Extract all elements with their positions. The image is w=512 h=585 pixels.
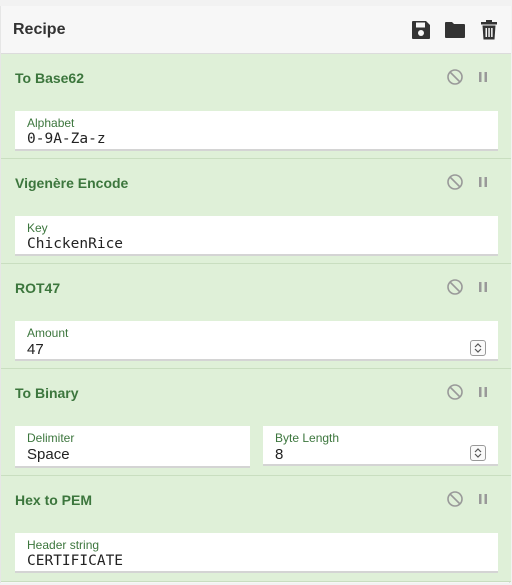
operation-title: Hex to PEM bbox=[15, 492, 93, 508]
field-value[interactable]: ChickenRice bbox=[27, 236, 123, 252]
delimiter-select[interactable]: Delimiter Space bbox=[15, 426, 250, 468]
save-icon[interactable] bbox=[410, 19, 432, 41]
field-label: Delimiter bbox=[27, 431, 75, 445]
recipe-header: Recipe bbox=[1, 6, 511, 54]
operation-to-binary[interactable]: To Binary Delimiter Space Byte Length 8 bbox=[1, 369, 511, 476]
field-label: Key bbox=[27, 221, 48, 235]
operation-title: ROT47 bbox=[15, 280, 61, 296]
recipe-panel: Recipe To Base62 Alphabet 0-9A-Za-z Vige… bbox=[0, 6, 511, 583]
field-value[interactable]: 0-9A-Za-z bbox=[27, 131, 106, 147]
folder-icon[interactable] bbox=[444, 19, 466, 41]
recipe-operations: To Base62 Alphabet 0-9A-Za-z Vigenère En… bbox=[1, 54, 511, 582]
operation-title: To Base62 bbox=[15, 70, 84, 86]
field-value[interactable]: 47 bbox=[27, 341, 44, 358]
disable-icon[interactable] bbox=[446, 383, 464, 401]
disable-icon[interactable] bbox=[446, 278, 464, 296]
field-value[interactable]: 8 bbox=[275, 446, 283, 463]
operation-vigenere-encode[interactable]: Vigenère Encode Key ChickenRice bbox=[1, 159, 511, 264]
operation-title: To Binary bbox=[15, 385, 79, 401]
field-value[interactable]: Space bbox=[27, 446, 70, 463]
key-field[interactable]: Key ChickenRice bbox=[15, 216, 498, 256]
alphabet-field[interactable]: Alphabet 0-9A-Za-z bbox=[15, 111, 498, 151]
pause-icon[interactable] bbox=[474, 68, 492, 86]
number-spinner[interactable] bbox=[470, 340, 486, 356]
field-label: Header string bbox=[27, 538, 100, 552]
recipe-title: Recipe bbox=[13, 21, 66, 38]
disable-icon[interactable] bbox=[446, 173, 464, 191]
amount-field[interactable]: Amount 47 bbox=[15, 321, 498, 361]
operation-to-base62[interactable]: To Base62 Alphabet 0-9A-Za-z bbox=[1, 54, 511, 159]
disable-icon[interactable] bbox=[446, 490, 464, 508]
number-spinner[interactable] bbox=[470, 445, 486, 461]
pause-icon[interactable] bbox=[474, 490, 492, 508]
disable-icon[interactable] bbox=[446, 68, 464, 86]
header-string-field[interactable]: Header string CERTIFICATE bbox=[15, 533, 498, 573]
operation-rot47[interactable]: ROT47 Amount 47 bbox=[1, 264, 511, 369]
field-value[interactable]: CERTIFICATE bbox=[27, 553, 123, 569]
pause-icon[interactable] bbox=[474, 173, 492, 191]
byte-length-field[interactable]: Byte Length 8 bbox=[263, 426, 498, 466]
trash-icon[interactable] bbox=[478, 19, 500, 41]
operation-title: Vigenère Encode bbox=[15, 175, 129, 191]
pause-icon[interactable] bbox=[474, 278, 492, 296]
field-label: Alphabet bbox=[27, 116, 75, 130]
operation-hex-to-pem[interactable]: Hex to PEM Header string CERTIFICATE bbox=[1, 476, 511, 582]
field-label: Amount bbox=[27, 326, 69, 340]
pause-icon[interactable] bbox=[474, 383, 492, 401]
field-label: Byte Length bbox=[275, 431, 340, 445]
